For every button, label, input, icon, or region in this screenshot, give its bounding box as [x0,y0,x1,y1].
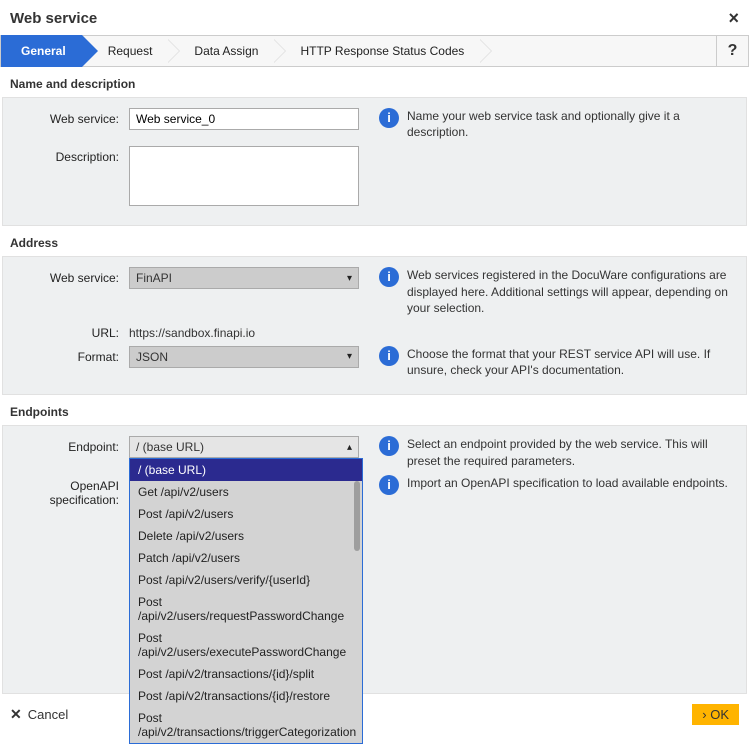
endpoint-option[interactable]: Get /api/v2/users [130,481,362,503]
endpoint-option[interactable]: Post /api/v2/transactions/triggerCategor… [130,707,362,743]
description-label: Description: [9,146,129,164]
endpoint-option[interactable]: Post /api/v2/transactions/{id}/split [130,663,362,685]
tab-bar: General Request Data Assign HTTP Respons… [0,35,749,67]
cancel-button[interactable]: ✕ Cancel [10,706,68,723]
info-icon: i [379,346,399,366]
url-label: URL: [9,322,129,340]
endpoint-option[interactable]: Post /api/v2/transactions/{id}/restore [130,685,362,707]
dialog-footer: ✕ Cancel › OK [0,694,749,733]
endpoint-select[interactable]: / (base URL) ▴ [129,436,359,458]
openapi-spec-label: OpenAPI specification: [9,475,129,507]
web-service-name-label: Web service: [9,108,129,126]
scrollbar-thumb[interactable] [354,481,360,551]
panel-endpoints: Endpoint: / (base URL) ▴ / (base URL) Ge… [2,425,747,693]
panel-name-desc: Web service: i Name your web service tas… [2,97,747,226]
hint-format: Choose the format that your REST service… [407,346,740,378]
section-name-desc: Name and description [0,67,749,97]
section-endpoints: Endpoints [0,395,749,425]
chevron-down-icon: ▾ [347,273,352,284]
section-address: Address [0,226,749,256]
chevron-up-icon: ▴ [347,442,352,453]
endpoint-selected: / (base URL) [136,440,204,454]
endpoint-dropdown: / (base URL) Get /api/v2/users Post /api… [129,458,363,744]
endpoint-option[interactable]: Post /api/v2/users/verify/{userId} [130,569,362,591]
chevron-down-icon: ▾ [347,351,352,362]
endpoint-label: Endpoint: [9,436,129,454]
info-icon: i [379,436,399,456]
tab-request[interactable]: Request [88,35,169,67]
endpoint-option[interactable]: Post /api/v2/users [130,503,362,525]
hint-address-ws: Web services registered in the DocuWare … [407,267,740,316]
endpoint-option[interactable]: / (base URL) [130,459,362,481]
web-service-dialog: Web service × General Request Data Assig… [0,0,749,733]
help-button[interactable]: ? [716,35,748,67]
endpoint-option[interactable]: Post /api/v2/users/executePasswordChange [130,627,362,663]
format-label: Format: [9,346,129,364]
ok-button[interactable]: › OK [692,704,739,725]
hint-endpoint: Select an endpoint provided by the web s… [407,436,740,468]
dialog-title: Web service [10,10,97,27]
panel-address: Web service: FinAPI ▾ i Web services reg… [2,256,747,395]
endpoint-option[interactable]: Post /api/v2/users/requestPasswordChange [130,591,362,627]
tab-data-assign[interactable]: Data Assign [174,35,274,67]
hint-name-desc: Name your web service task and optionall… [407,108,740,140]
hint-openapi: Import an OpenAPI specification to load … [407,475,732,491]
description-input[interactable] [129,146,359,206]
address-ws-select[interactable]: FinAPI ▾ [129,267,359,289]
info-icon: i [379,108,399,128]
endpoint-option[interactable]: Patch /api/v2/users [130,547,362,569]
format-selected: JSON [136,350,168,364]
address-ws-selected: FinAPI [136,271,172,285]
url-value: https://sandbox.finapi.io [129,322,359,340]
info-icon: i [379,475,399,495]
tab-http-status[interactable]: HTTP Response Status Codes [280,35,480,67]
close-icon: ✕ [10,706,22,723]
tab-general[interactable]: General [1,35,82,67]
cancel-label: Cancel [28,707,68,722]
web-service-name-input[interactable] [129,108,359,130]
format-select[interactable]: JSON ▾ [129,346,359,368]
address-ws-label: Web service: [9,267,129,285]
endpoint-option[interactable]: Delete /api/v2/users [130,525,362,547]
close-icon[interactable]: × [728,8,739,29]
info-icon: i [379,267,399,287]
dialog-header: Web service × [0,0,749,35]
